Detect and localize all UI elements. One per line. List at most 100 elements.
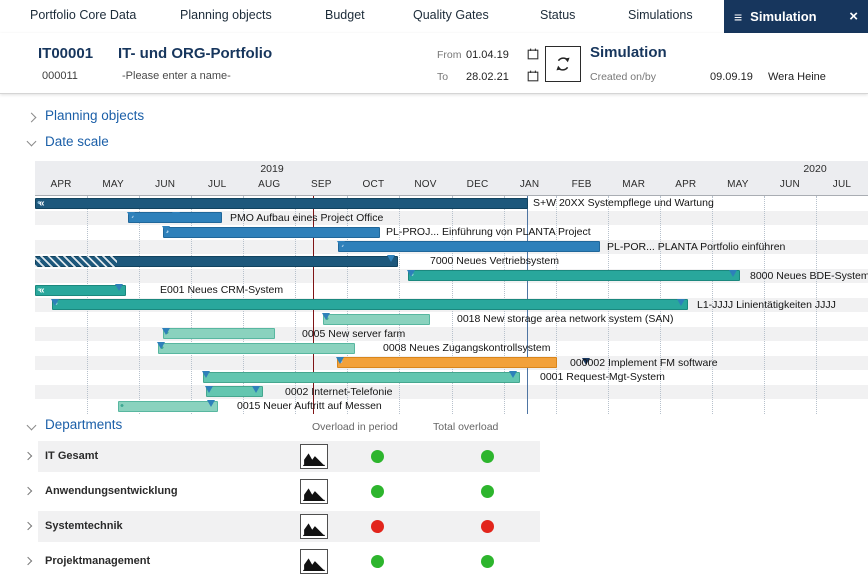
gantt-bar[interactable] [35, 285, 126, 296]
month-label: JUL [833, 179, 851, 190]
month-label: MAY [102, 179, 124, 190]
tab-simulation-active[interactable]: ≡ Simulation × [724, 0, 868, 33]
histogram-button[interactable] [300, 549, 328, 574]
milestone-triangle-icon [322, 313, 330, 320]
month-label: FEB [572, 179, 592, 190]
milestone-triangle-icon [172, 212, 180, 219]
gantt-bar[interactable] [163, 227, 380, 238]
department-row-it-gesamt[interactable]: IT Gesamt [38, 441, 540, 472]
month-label: MAY [727, 179, 749, 190]
created-on-by-label: Created on/by [590, 71, 656, 83]
gantt-bar-label: 7000 Neues Vertriebsystem [430, 255, 559, 268]
section-departments[interactable]: Departments [45, 417, 122, 432]
section-planning-objects[interactable]: Planning objects [45, 108, 144, 123]
col-header-overload-in-period: Overload in period [312, 421, 398, 433]
gantt-bar-label: 0015 Neuer Auftritt auf Messen [237, 400, 382, 413]
department-name: Projektmanagement [45, 546, 150, 577]
histogram-icon [303, 553, 325, 571]
close-tab-icon[interactable]: × [849, 8, 858, 25]
milestone-triangle-icon [162, 226, 170, 233]
milestone-triangle-icon [336, 357, 344, 364]
chevron-right-icon[interactable] [24, 452, 32, 460]
milestone-triangle-icon [51, 299, 59, 306]
chevron-right-icon[interactable] [27, 113, 37, 123]
nav-item-portfolio-core-data[interactable]: Portfolio Core Data [30, 0, 136, 30]
status-dot-overload-in-period [371, 485, 384, 498]
gantt-bar-label: S+W 20XX Systempflege und Wartung [533, 197, 714, 210]
status-dot-overload-in-period [371, 555, 384, 568]
portfolio-id: IT00001 [38, 45, 93, 62]
calendar-icon[interactable] [527, 48, 539, 60]
milestone-triangle-icon [729, 270, 737, 277]
histogram-button[interactable] [300, 444, 328, 469]
nav-item-quality-gates[interactable]: Quality Gates [413, 0, 489, 30]
histogram-button[interactable] [300, 514, 328, 539]
status-dot-total-overload [481, 450, 494, 463]
status-dot-total-overload [481, 520, 494, 533]
to-date-field[interactable]: 28.02.21 [466, 71, 509, 83]
gantt-bar-label: 0002 Internet-Telefonie [285, 386, 392, 399]
milestone-triangle-icon [407, 270, 415, 277]
gantt-bar-label: 0005 New server farm [302, 328, 405, 341]
nav-item-status[interactable]: Status [540, 0, 575, 30]
department-row-anwendungsentwicklung[interactable]: Anwendungsentwicklung [38, 476, 540, 507]
histogram-button[interactable] [300, 479, 328, 504]
nav-item-simulations[interactable]: Simulations [628, 0, 693, 30]
department-name: IT Gesamt [45, 441, 98, 472]
gantt-bar[interactable] [337, 357, 557, 368]
from-date-field[interactable]: 01.04.19 [466, 49, 509, 61]
gantt-bar-label: E001 Neues CRM-System [160, 284, 283, 297]
created-by: Wera Heine [768, 71, 826, 83]
refresh-button[interactable] [545, 46, 581, 82]
nav-item-budget[interactable]: Budget [325, 0, 365, 30]
gantt-bar[interactable] [52, 299, 688, 310]
chevron-down-icon[interactable] [27, 137, 37, 147]
milestone-triangle-icon [127, 212, 135, 219]
gantt-bar-label: 0018 New storage area network system (SA… [457, 313, 674, 326]
calendar-icon[interactable] [527, 70, 539, 82]
planta-portfolio-app: ≡ Simulation × Portfolio Core Data Planni… [0, 0, 868, 581]
milestone-triangle-icon [157, 342, 165, 349]
gantt-bar[interactable] [203, 372, 520, 383]
gantt-bar[interactable] [158, 343, 355, 354]
department-name: Systemtechnik [45, 511, 123, 542]
gantt-chart: 20192020APRMAYJUNJULAUGSEPOCTNOVDECJANFE… [0, 161, 868, 414]
month-label: APR [675, 179, 696, 190]
milestone-triangle-icon [207, 400, 215, 407]
histogram-icon [303, 483, 325, 501]
status-dot-total-overload [481, 555, 494, 568]
nav-item-planning-objects[interactable]: Planning objects [180, 0, 272, 30]
nav-bar: ≡ Simulation × Portfolio Core Data Planni… [0, 0, 868, 36]
status-dot-total-overload [481, 485, 494, 498]
month-label: NOV [414, 179, 436, 190]
gantt-bar-label: PL-PROJ... Einführung von PLANTA Project [386, 226, 591, 239]
scroll-left-icon: « [39, 198, 44, 209]
milestone-triangle-icon [115, 284, 123, 291]
gantt-bar[interactable] [35, 198, 528, 209]
milestone-triangle-icon [252, 386, 260, 393]
month-label: OCT [363, 179, 385, 190]
gantt-bar[interactable] [408, 270, 740, 281]
portfolio-name-placeholder[interactable]: -Please enter a name- [122, 70, 231, 82]
department-row-projektmanagement[interactable]: Projektmanagement [38, 546, 540, 577]
chevron-down-icon[interactable] [27, 421, 37, 431]
chevron-right-icon[interactable] [24, 487, 32, 495]
gantt-bar[interactable] [118, 401, 218, 412]
gantt-bar[interactable] [338, 241, 600, 252]
month-label: MAR [622, 179, 645, 190]
refresh-icon [553, 54, 573, 74]
gantt-bar-label: 8000 Neues BDE-System [750, 270, 868, 283]
milestone-triangle-icon [337, 241, 345, 248]
section-date-scale[interactable]: Date scale [45, 134, 109, 149]
gantt-bar-label: PMO Aufbau eines Project Office [230, 212, 383, 225]
portfolio-code: 000011 [42, 70, 78, 82]
chevron-right-icon[interactable] [24, 522, 32, 530]
department-row-systemtechnik[interactable]: Systemtechnik [38, 511, 540, 542]
hamburger-menu-icon[interactable]: ≡ [734, 9, 742, 25]
gantt-bar[interactable] [163, 328, 275, 339]
gantt-bar[interactable] [323, 314, 430, 325]
chevron-right-icon[interactable] [24, 557, 32, 565]
histogram-icon [303, 518, 325, 536]
milestone-triangle-icon [205, 386, 213, 393]
milestone-triangle-icon [387, 255, 395, 262]
